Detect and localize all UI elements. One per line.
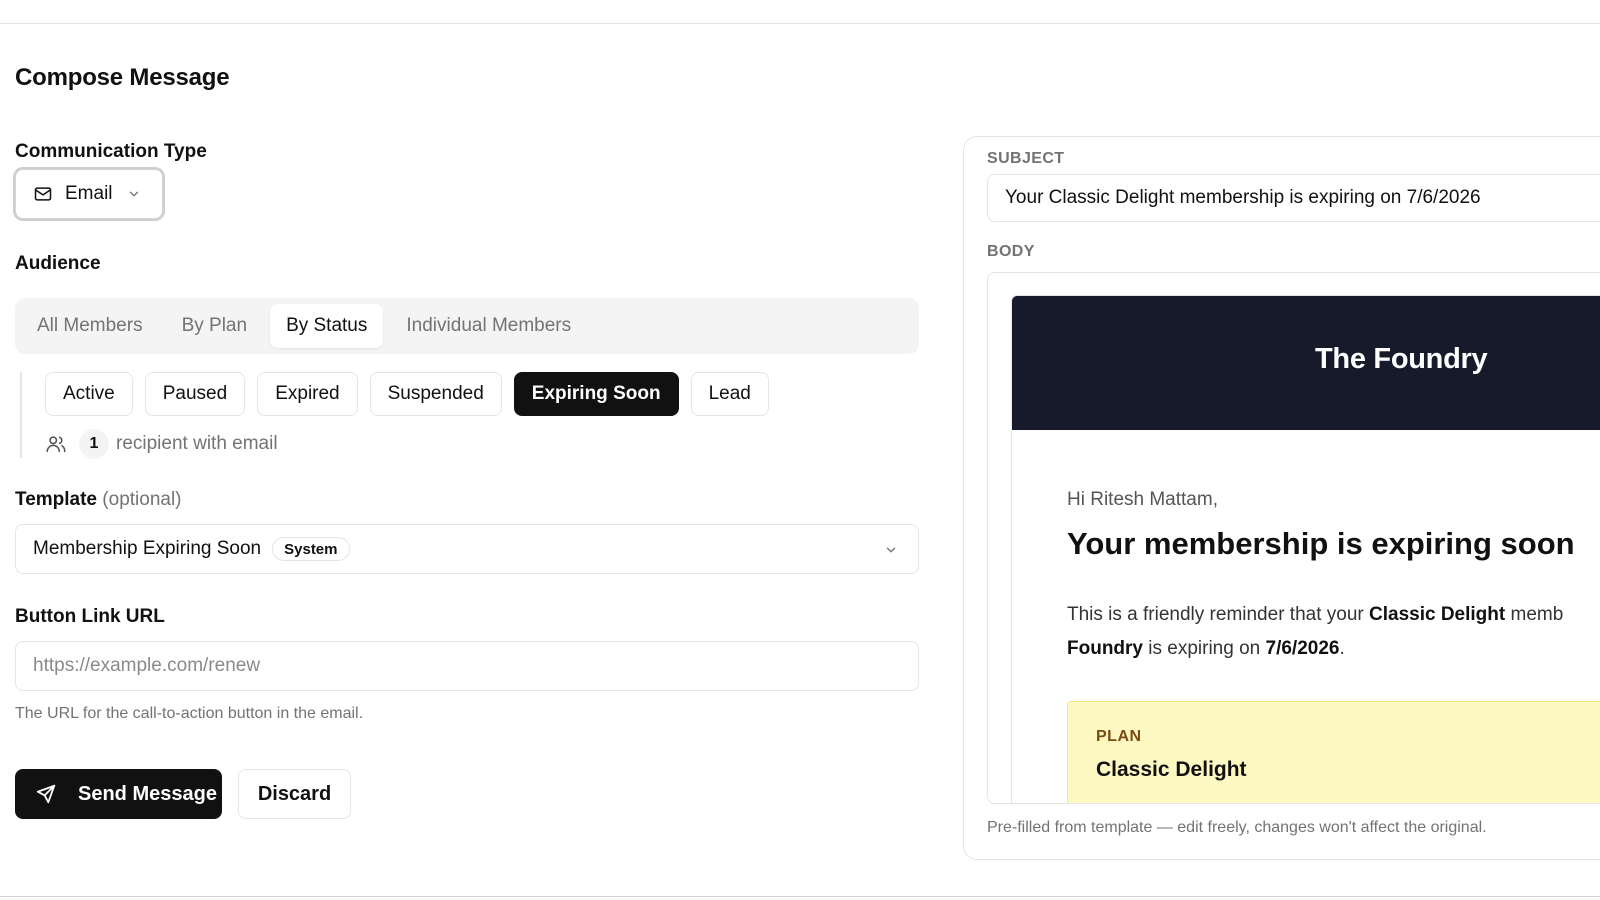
status-chip-suspended[interactable]: Suspended [369,372,502,416]
body-label: BODY [987,243,1035,260]
send-message-button[interactable]: Send Message [15,769,222,819]
template-select[interactable]: Membership Expiring Soon System [15,524,919,574]
button-link-input[interactable] [15,641,919,691]
system-badge: System [272,537,350,561]
email-text: . [1339,638,1345,659]
status-chip-lead[interactable]: Lead [690,372,769,416]
template-label-text: Template [15,489,98,510]
email-paragraph-line-1: This is a friendly reminder that your Cl… [1067,598,1600,632]
email-paragraph: This is a friendly reminder that your Cl… [1067,598,1600,666]
recipient-count-badge: 1 [79,429,109,459]
status-group-rule [20,372,22,458]
subject-input[interactable]: Your Classic Delight membership is expir… [987,174,1600,222]
email-date-bold: 7/6/2026 [1265,638,1340,659]
email-plan-bold: Classic Delight [1369,604,1506,625]
communication-type-value: Email [65,183,113,204]
template-value: Membership Expiring Soon [33,538,262,559]
button-link-label: Button Link URL [15,606,165,627]
communication-type-select[interactable]: Email [15,169,163,219]
users-icon [45,433,67,455]
plan-label: PLAN [1096,728,1142,745]
email-heading: Your membership is expiring soon [1067,526,1575,561]
email-header: The Foundry [1012,296,1600,430]
communication-type-label: Communication Type [15,141,207,162]
page-title: Compose Message [15,64,230,91]
bottom-bar [0,896,1600,900]
email-greeting: Hi Ritesh Mattam, [1067,489,1218,510]
template-label: Template (optional) [15,489,182,511]
status-chip-paused[interactable]: Paused [144,372,246,416]
email-brand-bold: Foundry [1067,638,1143,659]
audience-tabs: All Members By Plan By Status Individual… [15,298,919,354]
status-chip-expired[interactable]: Expired [257,372,358,416]
subject-label: SUBJECT [987,150,1065,167]
email-paragraph-line-2: Foundry is expiring on 7/6/2026. [1067,632,1600,666]
mail-icon [33,184,53,204]
top-bar [0,0,1600,24]
status-chip-expiring-soon[interactable]: Expiring Soon [513,372,679,416]
recipient-count-text: recipient with email [116,433,278,454]
plan-box: PLAN Classic Delight [1067,701,1600,803]
audience-label: Audience [15,253,101,274]
tab-by-plan[interactable]: By Plan [166,304,263,348]
tab-individual-members[interactable]: Individual Members [390,304,587,348]
send-icon [35,783,57,805]
chevron-down-icon [127,187,141,201]
email-text: is expiring on [1143,638,1266,659]
recipient-summary: 1 recipient with email [45,429,278,459]
button-link-help: The URL for the call-to-action button in… [15,705,364,722]
status-chip-active[interactable]: Active [45,372,133,416]
status-chips: Active Paused Expired Suspended Expiring… [45,372,781,416]
template-optional-text: (optional) [102,489,182,510]
chevron-down-icon [884,543,898,557]
email-preview: The Foundry Hi Ritesh Mattam, Your membe… [1011,295,1600,803]
tab-all-members[interactable]: All Members [21,304,159,348]
discard-button[interactable]: Discard [238,769,351,819]
send-message-label: Send Message [78,782,217,805]
prefill-note: Pre-filled from template — edit freely, … [987,819,1487,836]
body-editor[interactable]: The Foundry Hi Ritesh Mattam, Your membe… [987,272,1600,804]
email-text: memb [1505,604,1564,625]
email-brand: The Foundry [1315,343,1488,375]
plan-name: Classic Delight [1096,758,1247,781]
tab-by-status[interactable]: By Status [270,304,384,348]
email-text: This is a friendly reminder that your [1067,604,1370,625]
